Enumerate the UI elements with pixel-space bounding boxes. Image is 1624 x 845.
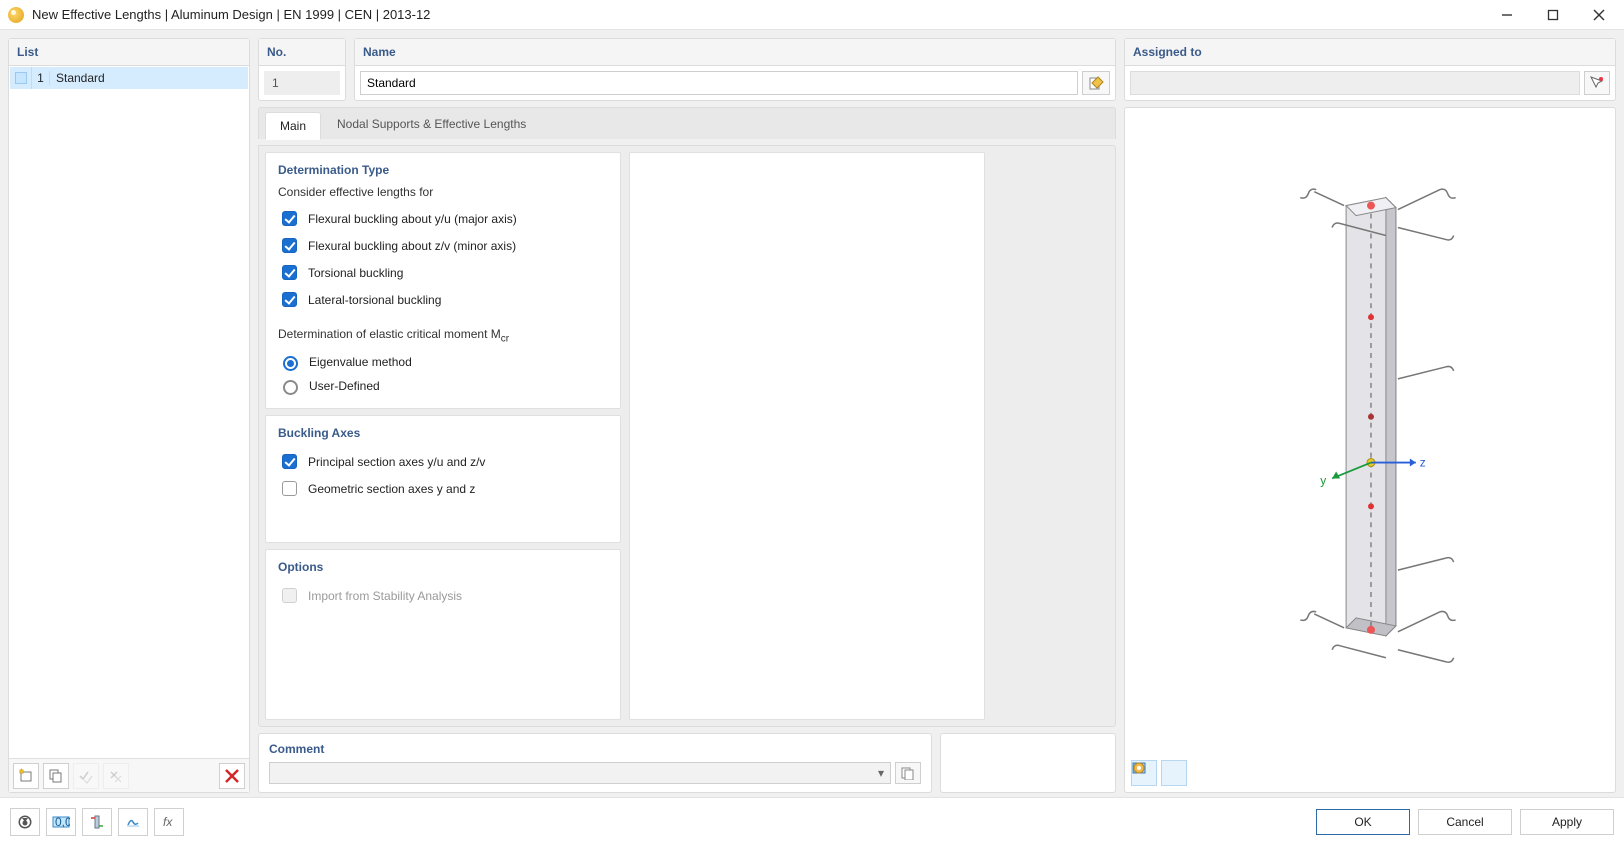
beam-preview-icon: z y: [1125, 108, 1615, 702]
name-input[interactable]: [360, 71, 1078, 95]
app-icon: [8, 7, 24, 23]
spare-panel: [940, 733, 1116, 793]
name-box: Name: [354, 38, 1116, 101]
maximize-button[interactable]: [1530, 1, 1576, 29]
tab-body-main: Determination Type Consider effective le…: [258, 145, 1116, 727]
units-button[interactable]: 0,00: [46, 808, 76, 836]
no-box: No. 1: [258, 38, 346, 101]
help-button[interactable]: [10, 808, 40, 836]
chevron-down-icon: ▾: [878, 766, 884, 780]
member-button[interactable]: [82, 808, 112, 836]
check-flexural-yu[interactable]: Flexural buckling about y/u (major axis): [278, 205, 608, 232]
options-group: Options Import from Stability Analysis: [265, 549, 621, 720]
footer: 0,00 fx OK Cancel Apply: [0, 797, 1624, 845]
list-body[interactable]: 1 Standard: [9, 66, 249, 758]
check-geometric-axes[interactable]: Geometric section axes y and z: [278, 475, 608, 502]
tabs: Main Nodal Supports & Effective Lengths: [258, 107, 1116, 139]
check-lateral-torsional[interactable]: Lateral-torsional buckling: [278, 286, 608, 313]
render-button[interactable]: [118, 808, 148, 836]
apply-button[interactable]: Apply: [1520, 809, 1614, 835]
check-torsional[interactable]: Torsional buckling: [278, 259, 608, 286]
svg-text:z: z: [1420, 456, 1426, 470]
list-item[interactable]: 1 Standard: [10, 67, 248, 89]
copy-button[interactable]: [43, 763, 69, 789]
list-header: List: [9, 39, 249, 66]
blank-column: [629, 152, 985, 720]
assigned-panel: Assigned to: [1124, 38, 1616, 101]
assigned-field[interactable]: [1130, 71, 1580, 95]
preview-toolbar: [1131, 760, 1187, 786]
check-principal-axes[interactable]: Principal section axes y/u and z/v: [278, 448, 608, 475]
list-item-swatch: [10, 67, 32, 89]
mcr-label: Determination of elastic critical moment…: [278, 327, 608, 344]
tab-nodal-supports[interactable]: Nodal Supports & Effective Lengths: [323, 111, 540, 139]
uncheck-all-button: [103, 763, 129, 789]
new-button[interactable]: [13, 763, 39, 789]
function-button[interactable]: fx: [154, 808, 184, 836]
title-bar: New Effective Lengths | Aluminum Design …: [0, 0, 1624, 30]
list-panel: List 1 Standard: [8, 38, 250, 793]
delete-button[interactable]: [219, 763, 245, 789]
determination-type-title: Determination Type: [278, 163, 608, 177]
check-flexural-zv[interactable]: Flexural buckling about z/v (minor axis): [278, 232, 608, 259]
list-item-no: 1: [32, 71, 50, 85]
svg-text:y: y: [1320, 473, 1326, 487]
list-item-name: Standard: [50, 71, 111, 85]
view-settings-button[interactable]: [1161, 760, 1187, 786]
cancel-button[interactable]: Cancel: [1418, 809, 1512, 835]
window-title: New Effective Lengths | Aluminum Design …: [32, 7, 1484, 22]
assigned-pick-button[interactable]: [1584, 71, 1610, 95]
determination-type-group: Determination Type Consider effective le…: [265, 152, 621, 409]
buckling-axes-group: Buckling Axes Principal section axes y/u…: [265, 415, 621, 543]
buckling-axes-title: Buckling Axes: [278, 426, 608, 440]
check-all-button: [73, 763, 99, 789]
options-title: Options: [278, 560, 608, 574]
tab-main[interactable]: Main: [265, 112, 321, 140]
close-button[interactable]: [1576, 1, 1622, 29]
svg-text:fx: fx: [163, 815, 173, 829]
preview-panel[interactable]: z y: [1124, 107, 1616, 793]
list-toolbar: [9, 758, 249, 792]
comment-combo[interactable]: ▾: [269, 762, 891, 784]
no-value: 1: [264, 71, 340, 95]
assigned-label: Assigned to: [1125, 39, 1615, 66]
radio-eigenvalue[interactable]: Eigenvalue method: [278, 350, 608, 374]
consider-label: Consider effective lengths for: [278, 185, 608, 199]
comment-edit-button[interactable]: [895, 762, 921, 784]
comment-label: Comment: [269, 742, 921, 756]
edit-name-button[interactable]: [1082, 71, 1110, 95]
no-label: No.: [259, 39, 345, 66]
svg-text:0,00: 0,00: [55, 815, 70, 829]
check-import-stability: Import from Stability Analysis: [278, 582, 608, 609]
minimize-button[interactable]: [1484, 1, 1530, 29]
radio-user-defined[interactable]: User-Defined: [278, 374, 608, 398]
comment-box: Comment ▾: [258, 733, 932, 793]
name-label: Name: [355, 39, 1115, 66]
ok-button[interactable]: OK: [1316, 809, 1410, 835]
